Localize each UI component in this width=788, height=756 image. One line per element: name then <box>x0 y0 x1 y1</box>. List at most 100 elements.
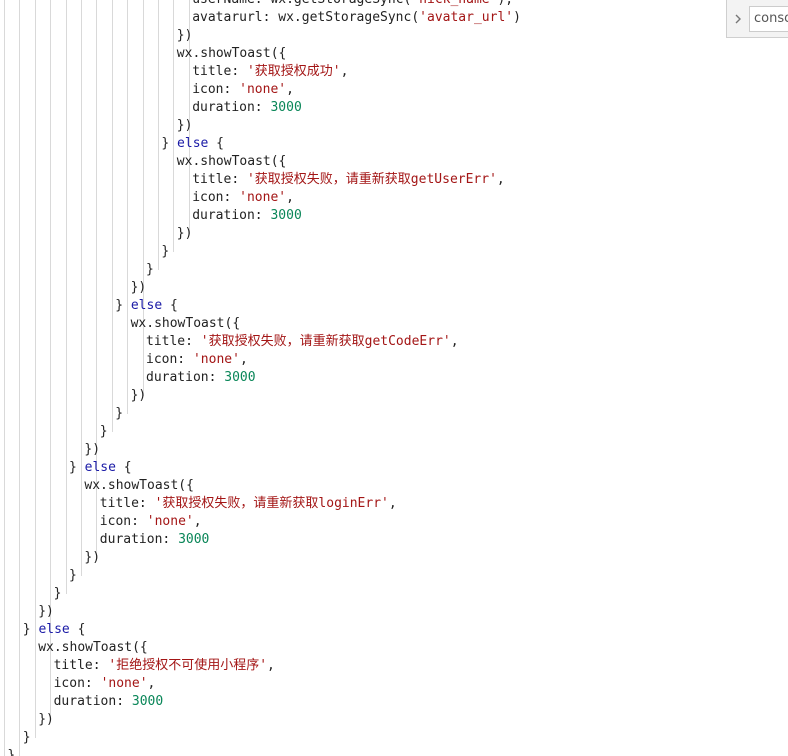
code-token: title: <box>192 172 247 187</box>
string-token: 'none' <box>239 82 287 97</box>
string-token: 'avatar_url' <box>419 10 514 25</box>
code-line[interactable]: } <box>100 423 108 441</box>
code-line[interactable]: } <box>146 261 154 279</box>
code-line[interactable]: }) <box>131 279 147 297</box>
code-token: { <box>69 622 86 637</box>
code-line[interactable]: title: '获取授权失败，请重新获取getUserErr', <box>192 171 505 189</box>
code-line[interactable]: avatarurl: wx.getStorageSync('avatar_url… <box>192 9 521 27</box>
indent-guide <box>158 0 159 270</box>
indent-guide <box>19 0 20 756</box>
code-token: avatarurl: wx.getStorageSync( <box>192 10 420 25</box>
code-token: title: <box>146 334 201 349</box>
code-token: , <box>388 496 397 511</box>
code-line[interactable]: duration: 3000 <box>100 531 210 549</box>
code-line[interactable]: }) <box>177 225 193 243</box>
string-token: '获取授权失败，请重新获取getCodeErr' <box>200 334 451 349</box>
code-token: }) <box>130 280 147 295</box>
code-line[interactable]: }) <box>177 117 193 135</box>
code-token: userName: wx.getStorageSync( <box>192 0 411 7</box>
code-line[interactable]: } <box>54 585 62 603</box>
code-token: } <box>69 460 85 475</box>
keyword-token: else <box>177 136 209 151</box>
code-token: duration: <box>53 694 132 709</box>
code-line[interactable]: title: '拒绝授权不可使用小程序', <box>54 657 275 675</box>
code-token: } <box>146 262 154 277</box>
code-token: } <box>22 730 31 745</box>
code-token: wx.showToast({ <box>130 316 241 331</box>
code-token: { <box>115 460 132 475</box>
code-line[interactable]: }) <box>84 549 100 567</box>
code-line[interactable]: icon: 'none', <box>54 675 156 693</box>
code-line[interactable]: } <box>7 747 15 756</box>
indent-guide <box>173 0 174 252</box>
code-line[interactable]: } <box>115 405 123 423</box>
code-token: icon: <box>192 82 240 97</box>
code-token: } <box>22 622 39 637</box>
number-token: 3000 <box>224 370 256 385</box>
indent-guide <box>143 0 144 396</box>
chevron-right-icon[interactable] <box>731 12 745 26</box>
code-line[interactable]: icon: 'none', <box>146 351 248 369</box>
code-line[interactable]: }) <box>131 387 147 405</box>
string-token: 'none' <box>146 514 194 529</box>
code-token: , <box>286 190 294 205</box>
code-line[interactable]: duration: 3000 <box>192 99 302 117</box>
code-line[interactable]: duration: 3000 <box>54 693 164 711</box>
console-drawer-tab[interactable]: consol <box>726 0 788 38</box>
code-token: , <box>147 676 156 691</box>
code-editor[interactable]: userName: wx.getStorageSync('nick_name')… <box>0 0 788 756</box>
code-token: }) <box>84 550 101 565</box>
code-token: }) <box>38 604 54 619</box>
code-line[interactable]: }) <box>177 27 193 45</box>
string-token: '拒绝授权不可使用小程序' <box>108 658 268 673</box>
code-line[interactable]: duration: 3000 <box>192 207 302 225</box>
indent-guide <box>112 0 113 432</box>
console-label[interactable]: consol <box>749 5 788 32</box>
indent-guide <box>4 0 5 756</box>
code-line[interactable]: icon: 'none', <box>100 513 202 531</box>
code-line[interactable]: } else { <box>69 459 132 477</box>
code-token: icon: <box>146 352 193 367</box>
code-line[interactable]: } <box>69 567 77 585</box>
code-token: ), <box>497 0 513 7</box>
code-token: }) <box>130 388 147 403</box>
code-line[interactable]: wx.showToast({ <box>38 639 148 657</box>
code-token: icon: <box>99 514 147 529</box>
string-token: 'none' <box>100 676 148 691</box>
code-line[interactable]: } else { <box>115 297 178 315</box>
code-token: } <box>99 424 108 439</box>
code-token: }) <box>176 118 193 133</box>
code-token: duration: <box>146 370 225 385</box>
code-token: ) <box>513 10 521 25</box>
code-token: } <box>115 298 131 313</box>
code-line[interactable]: title: '获取授权失败，请重新获取getCodeErr', <box>146 333 459 351</box>
code-line[interactable]: icon: 'none', <box>192 189 294 207</box>
code-token: title: <box>53 658 109 673</box>
number-token: 3000 <box>131 694 164 709</box>
code-line[interactable]: } <box>161 243 169 261</box>
code-token: }) <box>176 28 193 43</box>
code-line[interactable]: } else { <box>23 621 86 639</box>
code-token: , <box>340 64 349 79</box>
code-token: duration: <box>192 208 271 223</box>
code-line[interactable]: }) <box>38 711 54 729</box>
code-token: } <box>161 244 170 259</box>
code-line[interactable]: wx.showToast({ <box>131 315 241 333</box>
code-line[interactable]: }) <box>38 603 54 621</box>
code-line[interactable]: } else { <box>161 135 224 153</box>
code-token: { <box>162 298 178 313</box>
code-line[interactable]: icon: 'none', <box>192 81 294 99</box>
code-token: { <box>208 136 225 151</box>
code-line[interactable]: }) <box>84 441 100 459</box>
code-line[interactable]: } <box>23 729 31 747</box>
code-line[interactable]: wx.showToast({ <box>177 45 287 63</box>
code-token: , <box>496 172 505 187</box>
code-token: } <box>69 568 77 583</box>
code-token: , <box>239 352 248 367</box>
code-line[interactable]: userName: wx.getStorageSync('nick_name')… <box>192 0 513 9</box>
code-line[interactable]: duration: 3000 <box>146 369 256 387</box>
code-line[interactable]: wx.showToast({ <box>84 477 194 495</box>
code-line[interactable]: title: '获取授权成功', <box>192 63 348 81</box>
code-line[interactable]: title: '获取授权失败，请重新获取loginErr', <box>100 495 397 513</box>
code-line[interactable]: wx.showToast({ <box>177 153 287 171</box>
